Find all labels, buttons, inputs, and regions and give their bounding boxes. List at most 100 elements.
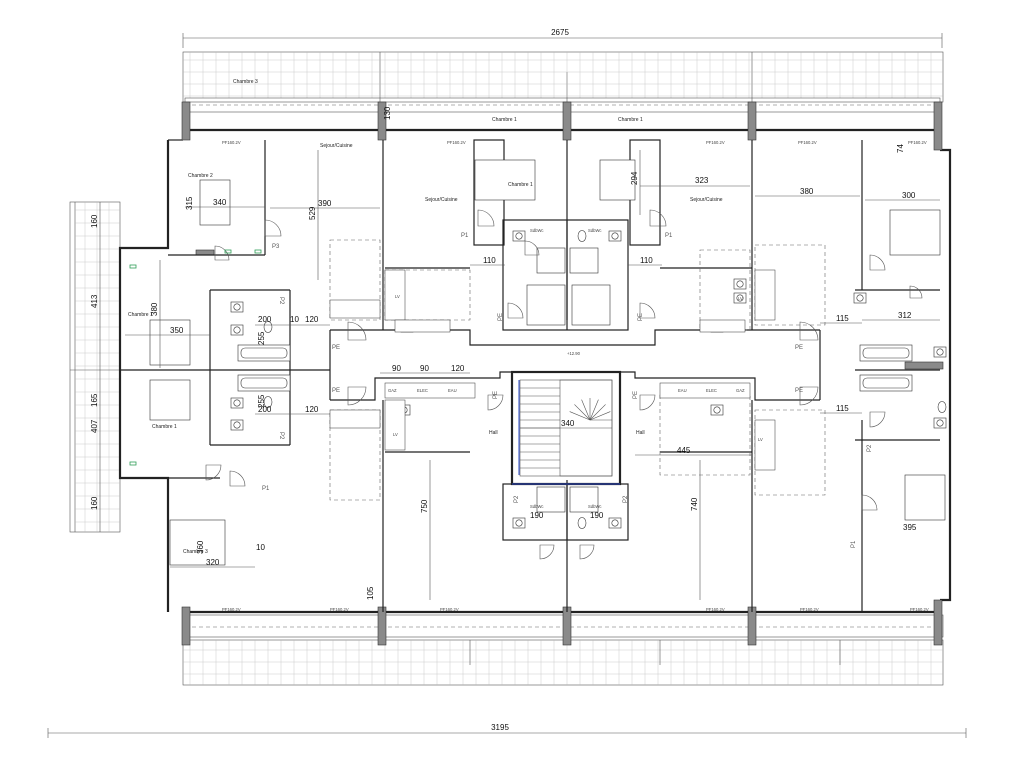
lv-label: LV	[395, 294, 400, 299]
room-label-sejour-left: Sejour/Cuisine	[425, 197, 458, 203]
annotations: PE PE PE PE PE PE PE PE P1 P1 P1 P1 P3 P…	[222, 140, 929, 612]
dim-312: 312	[898, 311, 912, 320]
room-label-sdb-1: SdbWc	[530, 228, 544, 233]
room-label-sdb-3: SdbWc	[530, 504, 544, 509]
room-label-chambre-3: Chambre 3	[233, 79, 258, 85]
room-label-chambre-1-a: Chambre 1	[492, 117, 517, 123]
dim-390: 390	[318, 199, 332, 208]
p1-label: P1	[665, 233, 673, 239]
dim-130: 130	[383, 106, 392, 120]
dim-160-bottom: 160	[90, 496, 99, 510]
lv-label: LV	[738, 296, 743, 301]
p1-label: P1	[461, 233, 469, 239]
room-label-chambre-1-b: Chambre 1	[618, 117, 643, 123]
room-label-chambre-2: Chambre 2	[188, 173, 213, 179]
eau-label: EAU	[678, 388, 687, 393]
dim-115-top: 115	[836, 314, 849, 323]
dim-350: 350	[170, 326, 184, 335]
top-dimension-label: 2675	[551, 28, 569, 37]
lv-label: LV	[393, 432, 398, 437]
room-labels: Chambre 3 Chambre 1 Chambre 1 Sejour/Cui…	[128, 79, 723, 555]
structural-pillars	[181, 101, 944, 646]
gaz-label: GAZ	[388, 388, 397, 393]
dim-110-left: 110	[483, 256, 496, 265]
dim-750: 750	[420, 499, 429, 513]
p1-label: P1	[262, 486, 270, 492]
dim-360: 360	[196, 540, 205, 554]
west-balcony	[69, 201, 121, 533]
dim-110-right: 110	[640, 256, 653, 265]
dim-120-top: 120	[305, 315, 319, 324]
room-label-chambre-1-e: Chambre 1	[152, 424, 177, 430]
room-label-sdb-2: SdbWc	[588, 228, 602, 233]
dim-300: 300	[902, 191, 916, 200]
pe-label: PE	[493, 391, 499, 399]
pe-label: PE	[795, 345, 803, 351]
dim-445: 445	[677, 446, 691, 455]
elec-label: ELEC	[417, 388, 428, 393]
p2-label: P2	[278, 297, 284, 305]
dim-200-top: 200	[258, 315, 272, 324]
pf-label: PF160.2V	[222, 607, 241, 612]
dim-255-bottom: 255	[257, 394, 266, 408]
dim-74: 74	[896, 144, 905, 153]
pf-label: PF160.2V	[908, 140, 927, 145]
eau-label: EAU	[448, 388, 457, 393]
pf-label: PF160.2V	[330, 607, 349, 612]
level-marker: +12.90	[567, 351, 581, 356]
dim-407: 407	[90, 419, 99, 433]
dim-315: 315	[185, 196, 194, 210]
room-label-sejour-right: Sejour/Cuisine	[690, 197, 723, 203]
room-label-chambre-1-c: Chambre 1	[508, 182, 533, 188]
dim-90-b: 90	[420, 364, 429, 373]
pe-label: PE	[332, 345, 340, 351]
p2-label: P2	[278, 432, 284, 440]
pf-label: PF160.2V	[706, 607, 725, 612]
pe-label: PE	[332, 388, 340, 394]
room-label-sejour-top: Sejour/Cuisine	[320, 143, 353, 149]
dim-395: 395	[903, 523, 917, 532]
bottom-overall-dimension: 3195	[47, 723, 967, 738]
room-label-hall-left: Hall	[489, 430, 498, 436]
dim-255-top: 255	[257, 331, 266, 345]
p2-label: P2	[514, 495, 520, 503]
lv-label: LV	[758, 437, 763, 442]
dim-105: 105	[366, 586, 375, 600]
dim-10-bottom: 10	[256, 543, 265, 552]
room-label-hall-right: Hall	[636, 430, 645, 436]
dim-529: 529	[308, 206, 317, 220]
pe-label: PE	[498, 313, 504, 321]
pf-label: PF160.2V	[798, 140, 817, 145]
pf-label: PF160.2V	[222, 140, 241, 145]
bottom-dimension-label: 3195	[491, 723, 509, 732]
p3-label: P3	[272, 244, 280, 250]
pf-label: PF160.2V	[706, 140, 725, 145]
dim-120-c: 120	[451, 364, 465, 373]
p1-label: P1	[851, 540, 857, 548]
dim-740: 740	[690, 497, 699, 511]
gaz-label: GAZ	[736, 388, 745, 393]
dim-190-left: 190	[530, 511, 544, 520]
central-stair	[512, 379, 620, 485]
dim-413: 413	[90, 294, 99, 308]
pf-label: PF160.2V	[910, 607, 929, 612]
dim-90-a: 90	[392, 364, 401, 373]
dim-380: 380	[800, 187, 814, 196]
p2-label: P2	[623, 495, 629, 503]
dim-320: 320	[206, 558, 220, 567]
pf-label: PF160.2V	[800, 607, 819, 612]
floor-plan-drawing: 2675 3195 Chambre 3 Chambre 1 Chambre 1 …	[47, 28, 967, 738]
dim-190-right: 190	[590, 511, 604, 520]
pe-label: PE	[638, 313, 644, 321]
pf-label: PF160.2V	[440, 607, 459, 612]
dim-115-bottom: 115	[836, 404, 849, 413]
dim-340: 340	[213, 198, 227, 207]
dim-380-left: 380	[150, 302, 159, 316]
dim-10-top: 10	[290, 315, 299, 324]
pf-label: PF160.2V	[447, 140, 466, 145]
pe-label: PE	[795, 388, 803, 394]
dim-165: 165	[90, 393, 99, 407]
dim-340-stair: 340	[561, 419, 575, 428]
dim-294: 294	[630, 171, 639, 185]
top-overall-dimension: 2675	[182, 28, 943, 48]
